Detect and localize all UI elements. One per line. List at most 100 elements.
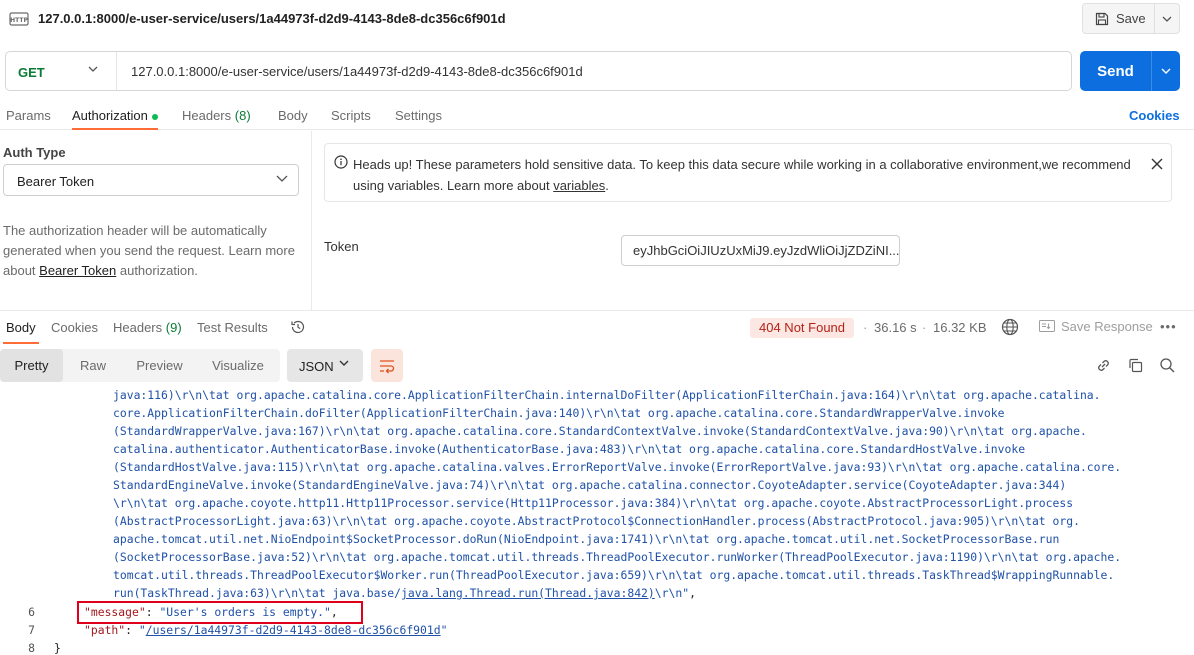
more-options-icon[interactable]: ••• bbox=[1160, 319, 1177, 334]
save-response-icon bbox=[1039, 320, 1055, 332]
auth-help-suffix: authorization. bbox=[116, 263, 198, 278]
json-brace: } bbox=[54, 641, 61, 655]
stacktrace-line: (StandardHostValve.java:115)\r\n\tat org… bbox=[113, 460, 1122, 474]
stacktrace-line: (SocketProcessorBase.java:52)\r\n\tat or… bbox=[113, 550, 1122, 564]
globe-icon[interactable] bbox=[1001, 318, 1019, 336]
save-response-button[interactable]: Save Response bbox=[1061, 319, 1153, 334]
tab-response-body[interactable]: Body bbox=[6, 320, 36, 335]
save-button-group: Save bbox=[1082, 3, 1180, 34]
banner-line: using variables. Learn more about variab… bbox=[353, 175, 1143, 196]
request-tabs: Params Authorization Headers (8) Body Sc… bbox=[0, 100, 1194, 130]
save-label: Save bbox=[1116, 11, 1146, 26]
cookies-link[interactable]: Cookies bbox=[1129, 108, 1180, 123]
copy-icon[interactable] bbox=[1127, 357, 1144, 374]
auth-help-line: generated when you send the request. Lea… bbox=[3, 243, 295, 258]
stacktrace-link[interactable]: java.lang.Thread.run(Thread.java:842) bbox=[401, 586, 655, 600]
closing-brace: } bbox=[54, 641, 61, 655]
send-button[interactable]: Send bbox=[1080, 51, 1152, 91]
tab-test-results[interactable]: Test Results bbox=[197, 320, 268, 335]
format-raw[interactable]: Raw bbox=[63, 349, 123, 382]
tab-params[interactable]: Params bbox=[6, 108, 51, 123]
request-title: 127.0.0.1:8000/e-user-service/users/1a44… bbox=[38, 11, 506, 26]
json-key: "path" bbox=[84, 623, 126, 637]
json-comma: , bbox=[689, 586, 696, 600]
format-visualize[interactable]: Visualize bbox=[196, 349, 280, 382]
format-preview[interactable]: Preview bbox=[123, 349, 196, 382]
auth-type-panel: Auth Type Bearer Token The authorization… bbox=[0, 131, 312, 310]
active-tab-underline bbox=[3, 342, 39, 344]
wrap-lines-button[interactable] bbox=[371, 349, 403, 382]
stacktrace-line: run(TaskThread.java:63)\r\n\tat java.bas… bbox=[113, 586, 696, 600]
line-number: 8 bbox=[28, 641, 35, 655]
line-number: 6 bbox=[28, 605, 35, 619]
tab-scripts[interactable]: Scripts bbox=[331, 108, 371, 123]
search-icon[interactable] bbox=[1159, 357, 1176, 374]
close-icon[interactable] bbox=[1151, 158, 1163, 170]
json-colon: : bbox=[125, 623, 139, 637]
stacktrace-line: apache.tomcat.util.net.NioEndpoint$Socke… bbox=[113, 532, 1060, 546]
response-tabs: Body Cookies Headers (9) Test Results 40… bbox=[0, 310, 1194, 344]
tab-headers[interactable]: Headers (8) bbox=[182, 108, 251, 123]
http-request-icon: HTTP bbox=[9, 12, 29, 26]
url-bar: GET 127.0.0.1:8000/e-user-service/users/… bbox=[5, 51, 1072, 91]
json-quote: " bbox=[440, 623, 448, 637]
tab-response-cookies[interactable]: Cookies bbox=[51, 320, 98, 335]
sensitive-data-banner: Heads up! These parameters hold sensitiv… bbox=[324, 143, 1172, 202]
variables-link[interactable]: variables bbox=[553, 178, 605, 193]
url-input[interactable]: 127.0.0.1:8000/e-user-service/users/1a44… bbox=[131, 64, 583, 79]
active-tab-underline bbox=[72, 128, 158, 130]
url-divider bbox=[116, 52, 117, 90]
tab-body[interactable]: Body bbox=[278, 108, 308, 123]
save-options-button[interactable] bbox=[1155, 4, 1179, 33]
auth-help-line: The authorization header will be automat… bbox=[3, 223, 267, 238]
stacktrace-line: StandardEngineValve.invoke(StandardEngin… bbox=[113, 478, 1067, 492]
floppy-disk-icon bbox=[1095, 12, 1109, 25]
stacktrace-line: \r\n\tat org.apache.coyote.http11.Http11… bbox=[113, 496, 1074, 510]
banner-prefix: using variables. Learn more about bbox=[353, 178, 554, 193]
separator-dot: · bbox=[922, 320, 927, 335]
stacktrace-line: (StandardWrapperValve.java:167)\r\n\tat … bbox=[113, 424, 1087, 438]
stacktrace-line: catalina.authenticator.AuthenticatorBase… bbox=[113, 442, 1026, 456]
language-value: JSON bbox=[299, 359, 334, 374]
auth-help-prefix: about bbox=[3, 263, 40, 278]
tab-response-headers[interactable]: Headers (9) bbox=[113, 320, 182, 335]
auth-help-line: about Bearer Token authorization. bbox=[3, 261, 303, 281]
language-select[interactable]: JSON bbox=[287, 349, 363, 382]
history-icon[interactable] bbox=[290, 319, 306, 335]
wrap-lines-icon bbox=[380, 360, 395, 374]
send-button-group: Send bbox=[1080, 51, 1180, 91]
method-select[interactable]: GET bbox=[18, 65, 45, 80]
stacktrace-line: tomcat.util.threads.ThreadPoolExecutor$W… bbox=[113, 568, 1115, 582]
chevron-down-icon[interactable] bbox=[88, 66, 98, 72]
title-bar: HTTP 127.0.0.1:8000/e-user-service/users… bbox=[0, 0, 1194, 38]
chevron-down-icon bbox=[1161, 68, 1171, 74]
link-icon[interactable] bbox=[1095, 357, 1112, 374]
stacktrace-line: java:116)\r\n\tat org.apache.catalina.co… bbox=[113, 388, 1101, 402]
chevron-down-icon bbox=[339, 360, 349, 366]
headers-count: (8) bbox=[234, 108, 251, 123]
path-line: "path": "/users/1a44973f-d2d9-4143-8de8-… bbox=[84, 623, 447, 637]
response-headers-count: (9) bbox=[165, 320, 182, 335]
status-badge[interactable]: 404 Not Found bbox=[750, 318, 855, 338]
send-options-button[interactable] bbox=[1152, 51, 1180, 91]
token-input[interactable]: eyJhbGciOiJIUzUxMiJ9.eyJzdWliOiJjZDZiNI.… bbox=[621, 235, 900, 266]
stacktrace-text: \r\n" bbox=[654, 586, 690, 600]
auth-help-text: The authorization header will be automat… bbox=[3, 221, 303, 281]
tab-authorization[interactable]: Authorization bbox=[72, 108, 158, 123]
stacktrace-line: (AbstractProcessorLight.java:63)\r\n\tat… bbox=[113, 514, 1080, 528]
response-size[interactable]: 16.32 KB bbox=[933, 320, 987, 335]
format-pretty[interactable]: Pretty bbox=[0, 349, 63, 382]
separator-dot: · bbox=[863, 320, 868, 335]
bearer-token-link[interactable]: Bearer Token bbox=[39, 263, 116, 278]
active-dot-indicator bbox=[151, 113, 158, 120]
path-link[interactable]: /users/1a44973f-d2d9-4143-8de8-dc356c6f9… bbox=[146, 623, 441, 637]
banner-suffix: . bbox=[605, 178, 609, 193]
format-toggle-group: Pretty Raw Preview Visualize bbox=[0, 349, 280, 382]
response-time[interactable]: 36.16 s bbox=[874, 320, 917, 335]
auth-type-select[interactable]: Bearer Token bbox=[3, 164, 299, 196]
message-highlight-box bbox=[77, 601, 363, 624]
save-button[interactable]: Save bbox=[1083, 4, 1155, 33]
tab-settings[interactable]: Settings bbox=[395, 108, 442, 123]
auth-type-label: Auth Type bbox=[3, 145, 66, 160]
tab-authorization-label: Authorization bbox=[72, 108, 148, 123]
